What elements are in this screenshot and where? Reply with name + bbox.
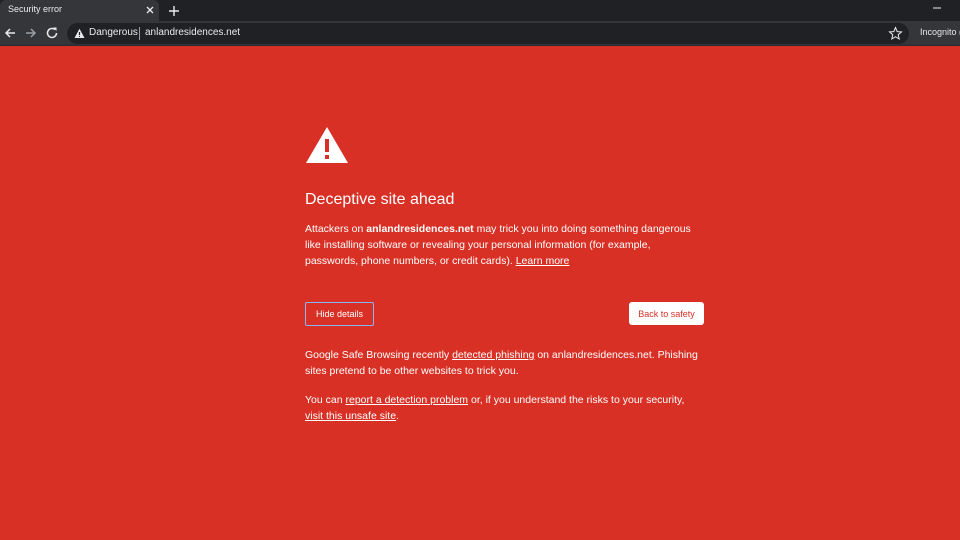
toolbar: Dangerous anlandresidences.net Incognito… (0, 21, 960, 46)
reload-icon[interactable] (44, 25, 60, 41)
learn-more-link[interactable]: Learn more (516, 255, 570, 267)
warning-icon (306, 127, 348, 163)
intro-paragraph: Attackers on anlandresidences.net may tr… (305, 221, 705, 269)
security-chip-label[interactable]: Dangerous (89, 27, 138, 38)
visit-unsafe-site-link[interactable]: visit this unsafe site (305, 410, 396, 422)
risk-paragraph: You can report a detection problem or, i… (305, 392, 705, 424)
intro-text: Attackers on (305, 223, 367, 235)
page-title: Deceptive site ahead (305, 191, 455, 208)
tab-security-error[interactable]: Security error (0, 0, 159, 21)
hide-details-button[interactable]: Hide details (305, 302, 374, 326)
minimize-icon[interactable] (930, 3, 944, 17)
risk-text: or, if you understand the risks to your … (468, 394, 685, 406)
site-domain: anlandresidences.net (366, 223, 474, 235)
incognito-indicator[interactable]: Incognito (2) (920, 27, 960, 37)
back-arrow-icon[interactable] (2, 25, 18, 41)
risk-text: You can (305, 394, 346, 406)
address-bar[interactable]: Dangerous anlandresidences.net (67, 23, 909, 44)
details-paragraph: Google Safe Browsing recently detected p… (305, 347, 705, 379)
back-to-safety-button[interactable]: Back to safety (629, 302, 704, 325)
divider (139, 27, 140, 40)
risk-text: . (396, 410, 399, 422)
report-detection-problem-link[interactable]: report a detection problem (345, 394, 468, 406)
close-icon[interactable] (143, 3, 157, 17)
tab-strip: Security error (0, 0, 960, 21)
star-icon[interactable] (888, 26, 903, 41)
url-text[interactable]: anlandresidences.net (145, 27, 240, 38)
detected-phishing-link[interactable]: detected phishing (452, 349, 534, 361)
plus-icon[interactable] (166, 3, 182, 19)
warning-icon[interactable] (74, 28, 85, 39)
details-text: Google Safe Browsing recently (305, 349, 453, 361)
tab-title: Security error (8, 4, 63, 14)
forward-arrow-icon[interactable] (23, 25, 39, 41)
